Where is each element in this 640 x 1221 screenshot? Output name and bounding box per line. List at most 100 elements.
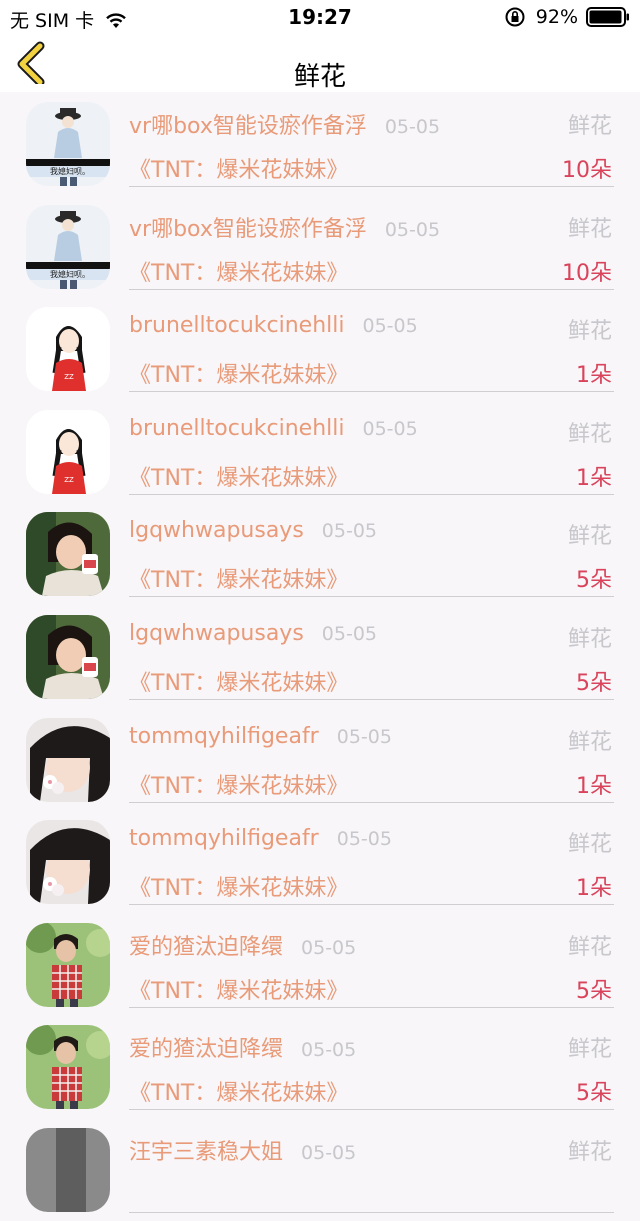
- record-date: 05-05: [336, 828, 392, 851]
- battery-icon: [586, 7, 629, 27]
- avatar[interactable]: [26, 1025, 110, 1110]
- user-name: 爱的猹汰迫降缳 05-05: [129, 929, 356, 961]
- user-name: vr哪box智能设瘀作备浮 05-05: [129, 108, 440, 140]
- avatar[interactable]: [26, 614, 110, 699]
- svg-text:ZZ: ZZ: [64, 476, 74, 484]
- divider: [129, 596, 614, 598]
- user-name: lgqwhwapusays 05-05: [129, 518, 377, 543]
- nav-bar: 鲜花: [0, 36, 640, 92]
- record-date: 05-05: [384, 218, 441, 241]
- braids-girl-avatar: ZZ: [26, 409, 110, 494]
- divider: [129, 1109, 614, 1111]
- gift-type: 鲜花: [567, 729, 612, 755]
- gift-count: 5朵: [576, 568, 612, 594]
- divider: [129, 904, 614, 906]
- svg-text:我媳妇呗。: 我媳妇呗。: [50, 269, 90, 279]
- avatar[interactable]: [26, 820, 110, 905]
- gift-type: 鲜花: [567, 1037, 612, 1063]
- work-title[interactable]: 《TNT：爆米花妹妹》: [129, 665, 348, 697]
- work-title[interactable]: 《TNT：爆米花妹妹》: [129, 357, 348, 389]
- work-title[interactable]: 《TNT：爆米花妹妹》: [129, 973, 348, 1005]
- svg-text:我媳妇呗。: 我媳妇呗。: [50, 166, 90, 176]
- work-title[interactable]: 《TNT：爆米花妹妹》: [129, 1075, 348, 1107]
- divider: [129, 698, 614, 700]
- list-item[interactable]: tommqyhilfigeafr 05-05 鲜花 《TNT：爆米花妹妹》 1朵: [0, 708, 640, 811]
- girl-hat-caption-avatar: 我媳妇呗。: [26, 102, 110, 186]
- divider: [129, 391, 614, 393]
- gift-count: 1朵: [576, 773, 612, 799]
- work-title[interactable]: 《TNT：爆米花妹妹》: [129, 768, 348, 800]
- record-date: 05-05: [321, 520, 378, 543]
- gift-count: 1朵: [576, 876, 612, 902]
- user-name: vr哪box智能设瘀作备浮 05-05: [129, 211, 440, 243]
- gift-type: 鲜花: [567, 319, 612, 345]
- avatar[interactable]: [26, 922, 110, 1007]
- user-name-text: vr哪box智能设瘀作备浮: [129, 114, 367, 139]
- record-date: 05-05: [336, 725, 392, 748]
- divider: [129, 1006, 614, 1008]
- child-photo-avatar: [26, 512, 110, 597]
- divider: [129, 288, 614, 290]
- gift-count: 10朵: [562, 260, 612, 286]
- user-name-text: vr哪box智能设瘀作备浮: [129, 216, 367, 242]
- user-name: tommqyhilfigeafr 05-05: [129, 826, 392, 851]
- record-date: 05-05: [384, 116, 441, 138]
- user-name-text: lgqwhwapusays: [129, 518, 304, 544]
- list-item[interactable]: 汪宇三素稳大姐 05-05 鲜花: [0, 1118, 640, 1221]
- avatar[interactable]: [26, 717, 110, 802]
- record-date: 05-05: [301, 936, 357, 959]
- girl-hat-caption-avatar: 我媳妇呗。: [26, 204, 110, 289]
- child-photo-avatar: [26, 614, 110, 699]
- battery-percent: 92%: [535, 6, 578, 28]
- user-name-text: 爱的猹汰迫降缳: [129, 1037, 284, 1063]
- list-item[interactable]: 爱的猹汰迫降缳 05-05 鲜花 《TNT：爆米花妹妹》 5朵: [0, 1015, 640, 1118]
- record-date: 05-05: [362, 417, 418, 440]
- girl-flower-avatar: [26, 717, 110, 802]
- gray-photo-avatar: [26, 1127, 110, 1212]
- flower-record-list[interactable]: 我媳妇呗。 vr哪box智能设瘀作备浮 05-05 鲜花 《TNT：爆米花妹妹》 …: [0, 92, 640, 1221]
- gift-type: 鲜花: [567, 114, 612, 139]
- list-item[interactable]: ZZ brunelltocukcinehlli 05-05 鲜花 《TNT：爆米花…: [0, 400, 640, 503]
- avatar[interactable]: 我媳妇呗。: [26, 102, 110, 186]
- user-name-text: lgqwhwapusays: [129, 620, 304, 646]
- work-title[interactable]: 《TNT：爆米花妹妹》: [129, 460, 348, 492]
- record-date: 05-05: [301, 1141, 357, 1164]
- list-item[interactable]: lgqwhwapusays 05-05 鲜花 《TNT：爆米花妹妹》 5朵: [0, 502, 640, 605]
- gift-count: 1朵: [576, 465, 612, 491]
- list-item[interactable]: 我媳妇呗。 vr哪box智能设瘀作备浮 05-05 鲜花 《TNT：爆米花妹妹》 …: [0, 195, 640, 298]
- list-item[interactable]: 爱的猹汰迫降缳 05-05 鲜花 《TNT：爆米花妹妹》 5朵: [0, 913, 640, 1016]
- avatar[interactable]: ZZ: [26, 409, 110, 494]
- work-title[interactable]: 《TNT：爆米花妹妹》: [129, 152, 348, 184]
- record-date: 05-05: [321, 622, 378, 645]
- list-item[interactable]: 我媳妇呗。 vr哪box智能设瘀作备浮 05-05 鲜花 《TNT：爆米花妹妹》 …: [0, 92, 640, 195]
- user-name-text: brunelltocukcinehlli: [129, 415, 345, 441]
- gift-type: 鲜花: [567, 934, 612, 960]
- divider: [129, 801, 614, 803]
- user-name-text: 爱的猹汰迫降缳: [129, 934, 284, 960]
- gift-type: 鲜花: [567, 421, 612, 447]
- orientation-lock-icon: [505, 7, 525, 27]
- list-item[interactable]: tommqyhilfigeafr 05-05 鲜花 《TNT：爆米花妹妹》 1朵: [0, 810, 640, 913]
- list-item[interactable]: lgqwhwapusays 05-05 鲜花 《TNT：爆米花妹妹》 5朵: [0, 605, 640, 708]
- avatar[interactable]: [26, 512, 110, 597]
- avatar[interactable]: ZZ: [26, 307, 110, 392]
- user-name: 爱的猹汰迫降缳 05-05: [129, 1031, 356, 1063]
- list-item[interactable]: ZZ brunelltocukcinehlli 05-05 鲜花 《TNT：爆米花…: [0, 297, 640, 400]
- divider: [129, 186, 614, 187]
- gift-type: 鲜花: [567, 832, 612, 858]
- gift-count: 5朵: [576, 670, 612, 696]
- gift-type: 鲜花: [567, 216, 612, 242]
- work-title[interactable]: 《TNT：爆米花妹妹》: [129, 255, 348, 287]
- user-name-text: tommqyhilfigeafr: [129, 826, 319, 852]
- user-name-text: brunelltocukcinehlli: [129, 313, 345, 339]
- gift-count: 5朵: [576, 1081, 612, 1107]
- record-date: 05-05: [362, 315, 418, 338]
- work-title[interactable]: 《TNT：爆米花妹妹》: [129, 870, 348, 902]
- avatar[interactable]: 我媳妇呗。: [26, 204, 110, 289]
- girl-flower-avatar: [26, 820, 110, 905]
- user-name-text: tommqyhilfigeafr: [129, 723, 319, 749]
- svg-text:ZZ: ZZ: [64, 373, 74, 381]
- avatar[interactable]: [26, 1127, 110, 1212]
- work-title[interactable]: 《TNT：爆米花妹妹》: [129, 562, 348, 594]
- user-name-text: 汪宇三素稳大姐: [129, 1139, 284, 1165]
